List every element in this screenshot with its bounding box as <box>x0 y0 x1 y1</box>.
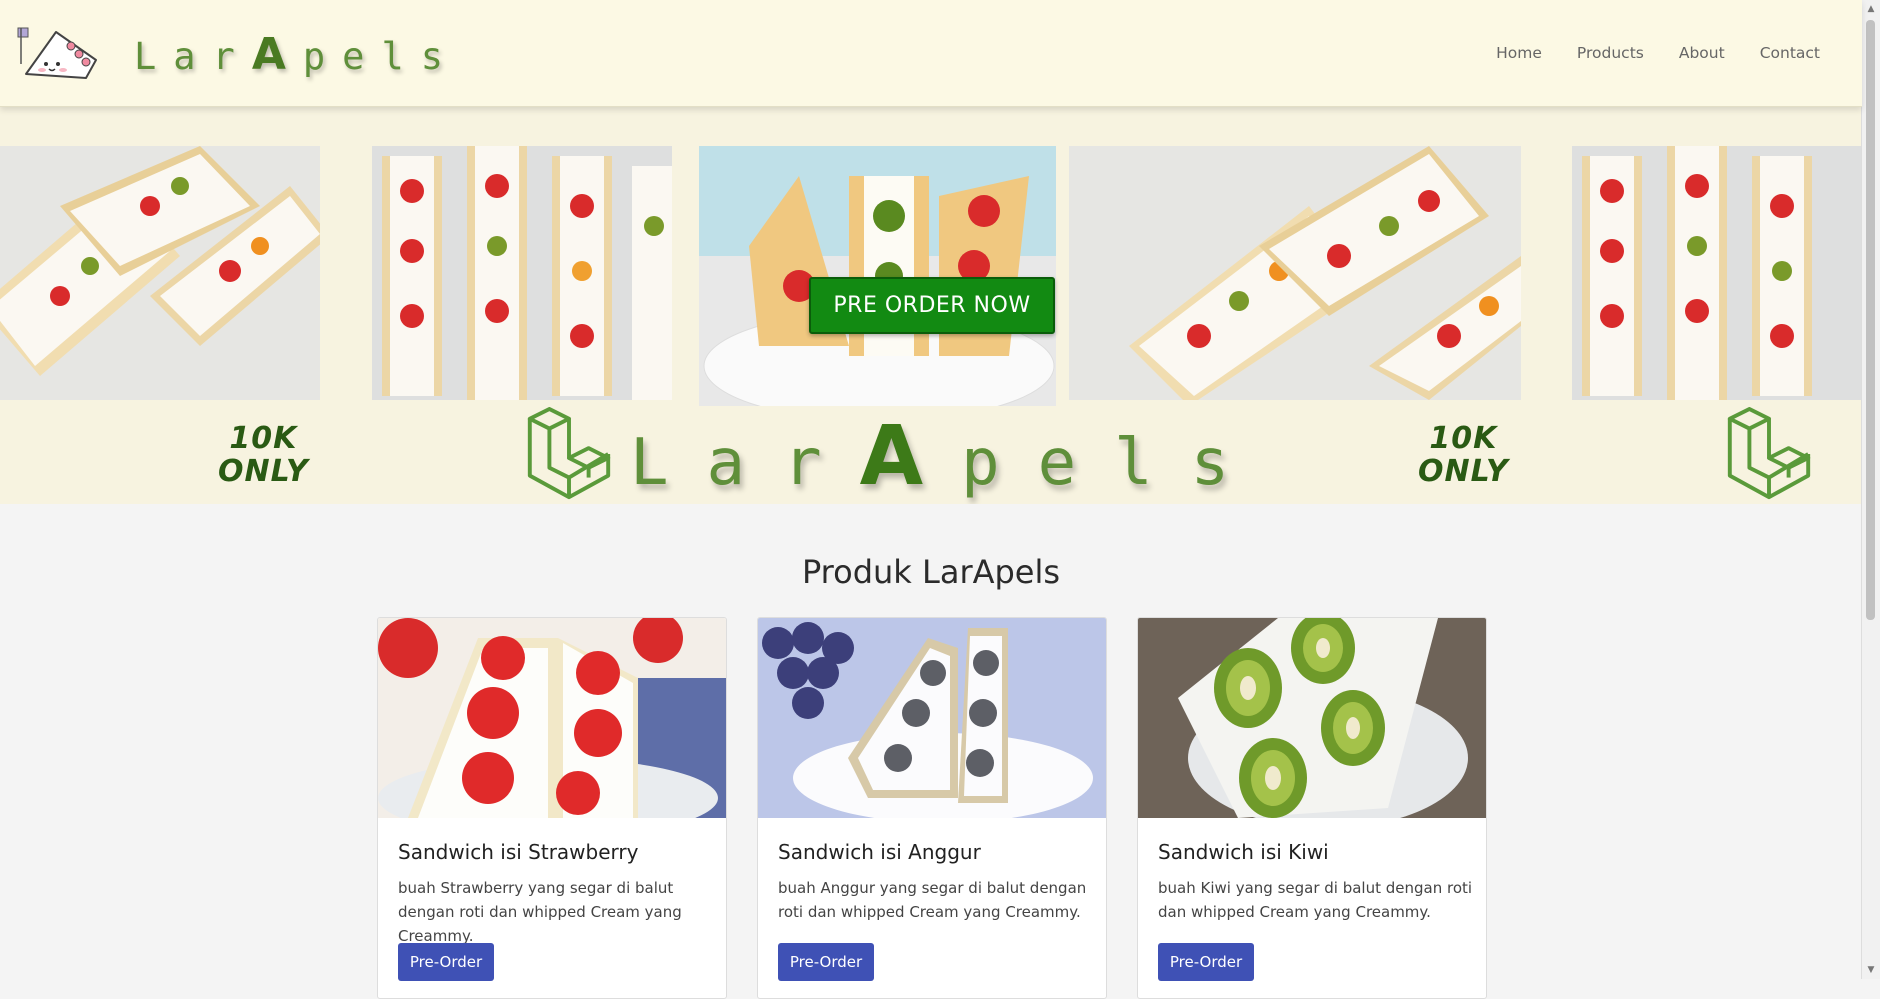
brand-logo[interactable]: LarApels <box>16 24 460 84</box>
mascot-icon <box>17 27 97 79</box>
promo-price-label: 10K ONLY <box>1418 421 1509 489</box>
brand-name: LarApels <box>134 28 460 80</box>
product-card: Sandwich isi Anggur buah Anggur yang seg… <box>757 617 1107 999</box>
nav-link-about[interactable]: About <box>1679 44 1725 62</box>
sandwich-photo <box>1069 146 1521 400</box>
nav-menu: Home Products About Contact <box>1461 0 1820 106</box>
nav-link-home[interactable]: Home <box>1496 44 1542 62</box>
sandwich-photo <box>699 146 1056 406</box>
sandwich-photo <box>1572 146 1862 400</box>
hero-banner: 10K ONLY 10K ONLY LarApels PRE ORDER NOW <box>0 106 1862 504</box>
pre-order-button[interactable]: Pre-Order <box>1158 943 1254 981</box>
pre-order-button[interactable]: Pre-Order <box>398 943 494 981</box>
product-image <box>1138 618 1486 818</box>
product-name: Sandwich isi Anggur <box>778 840 981 864</box>
hero-logo <box>1720 406 1818 504</box>
sandwich-photo <box>372 146 672 400</box>
product-description: buah Kiwi yang segar di balut dengan rot… <box>1158 879 1473 921</box>
product-name: Sandwich isi Strawberry <box>398 840 639 864</box>
scrollbar-thumb[interactable] <box>1866 20 1875 620</box>
pre-order-button[interactable]: Pre-Order <box>778 943 874 981</box>
laravel-cube-icon <box>527 407 611 500</box>
hero-logo: LarApels <box>520 406 1267 504</box>
hero-logo-text: LarApels <box>630 408 1268 504</box>
laravel-cube-icon <box>1727 407 1811 500</box>
navbar: LarApels Home Products About Contact <box>0 0 1862 107</box>
product-card: Sandwich isi Strawberry buah Strawberry … <box>377 617 727 999</box>
nav-link-contact[interactable]: Contact <box>1760 44 1820 62</box>
product-card: Sandwich isi Kiwi buah Kiwi yang segar d… <box>1137 617 1487 999</box>
nav-link-products[interactable]: Products <box>1577 44 1644 62</box>
product-image <box>378 618 726 818</box>
sandwich-photo <box>0 146 320 400</box>
product-image <box>758 618 1106 818</box>
scroll-down-arrow-icon[interactable]: ▼ <box>1866 965 1876 975</box>
pre-order-now-button[interactable]: PRE ORDER NOW <box>809 277 1055 334</box>
promo-price-label: 10K ONLY <box>218 421 309 489</box>
product-description: buah Strawberry yang segar di balut deng… <box>398 879 682 945</box>
page-scrollbar[interactable]: ▲ ▼ <box>1861 0 1880 979</box>
product-name: Sandwich isi Kiwi <box>1158 840 1329 864</box>
products-section-title: Produk LarApels <box>801 553 1061 591</box>
scroll-up-arrow-icon[interactable]: ▲ <box>1866 4 1876 14</box>
product-description: buah Anggur yang segar di balut dengan r… <box>778 879 1087 921</box>
